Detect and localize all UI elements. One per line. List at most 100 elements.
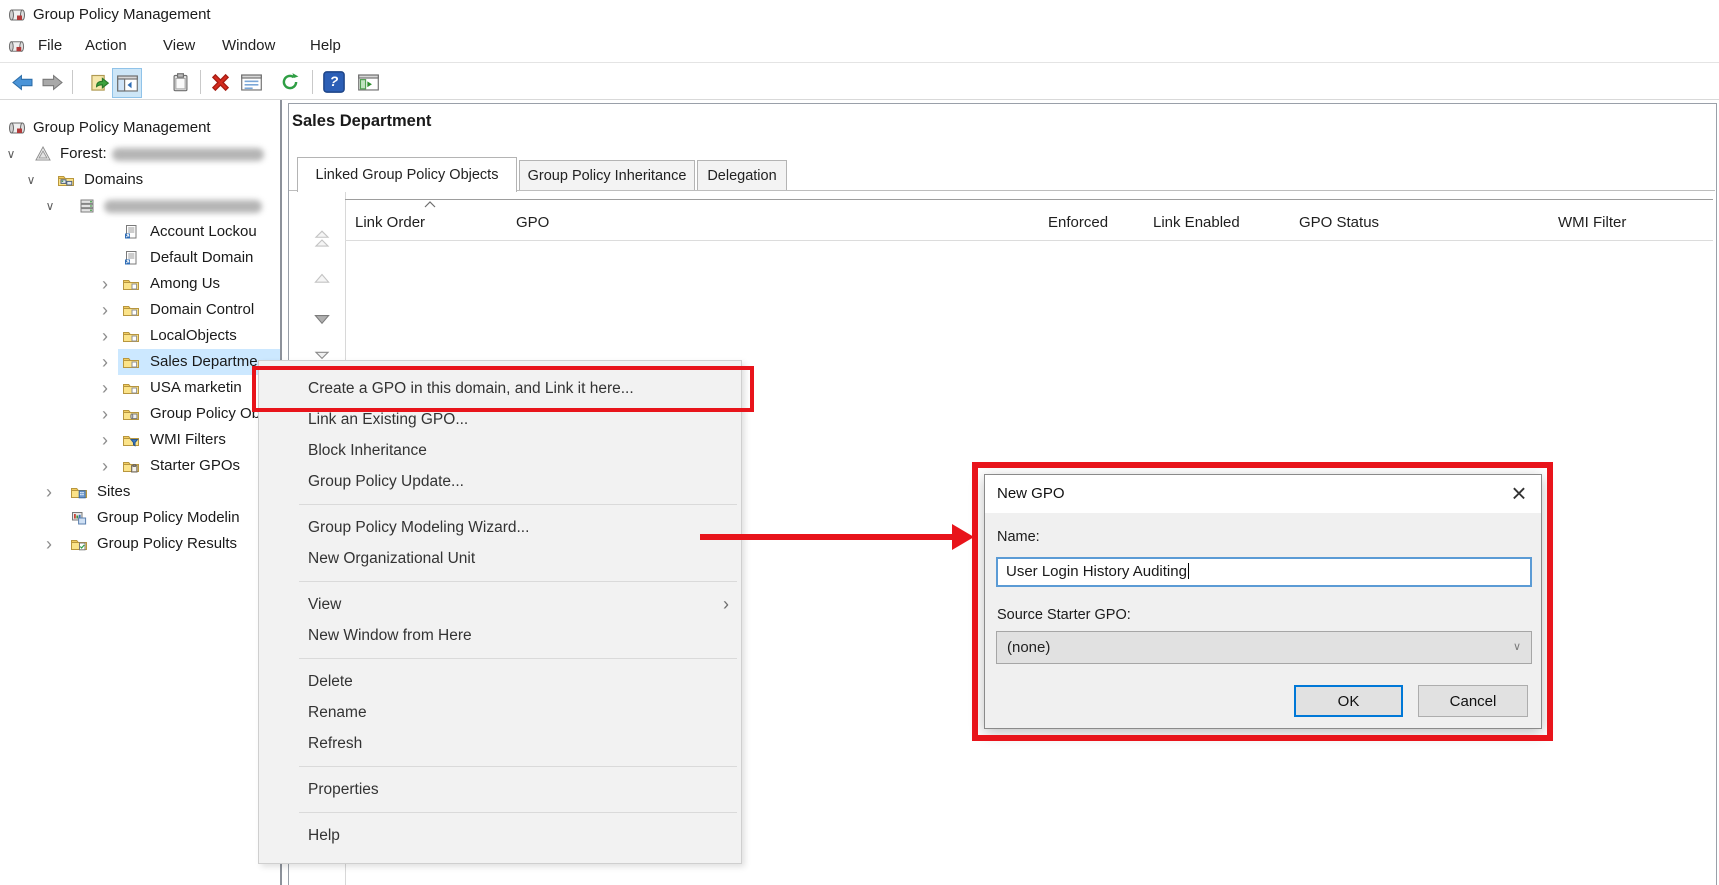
forest-icon xyxy=(34,145,52,163)
expand-chevron-icon[interactable] xyxy=(98,401,112,427)
up-one-level-icon[interactable] xyxy=(85,68,113,96)
tree-item-group-policy-results[interactable]: Group Policy Results xyxy=(0,531,280,557)
menu-file[interactable]: File xyxy=(34,30,66,62)
app-scroll-icon-small xyxy=(8,38,25,55)
tree-item-usa-marketing[interactable]: USA marketin xyxy=(0,375,280,401)
tree-item-domains[interactable]: Domains xyxy=(0,167,280,193)
expand-chevron-icon[interactable] xyxy=(98,323,112,349)
collapse-chevron-icon[interactable] xyxy=(4,141,18,167)
tree-item-domain[interactable] xyxy=(0,193,280,219)
expand-chevron-icon[interactable] xyxy=(98,349,112,375)
forward-icon[interactable] xyxy=(38,68,66,96)
submenu-arrow-icon xyxy=(723,589,729,620)
menu-item-refresh[interactable]: Refresh xyxy=(259,728,741,759)
tree-item-group-policy-modeling[interactable]: Group Policy Modelin xyxy=(0,505,280,531)
tree-item-domain-controllers[interactable]: Domain Control xyxy=(0,297,280,323)
collapse-chevron-icon[interactable] xyxy=(24,167,38,193)
menu-separator xyxy=(259,805,741,820)
menu-window[interactable]: Window xyxy=(218,30,279,62)
expand-chevron-icon[interactable] xyxy=(98,453,112,479)
ou-folder-icon xyxy=(122,327,140,345)
ou-folder-icon xyxy=(122,275,140,293)
tree-item-sites[interactable]: Sites xyxy=(0,479,280,505)
annotation-arrow-head xyxy=(952,524,974,550)
menu-view[interactable]: View xyxy=(159,30,199,62)
tab-group-policy-inheritance[interactable]: Group Policy Inheritance xyxy=(519,160,695,191)
gpo-link-icon xyxy=(122,249,140,267)
menu-help[interactable]: Help xyxy=(306,30,345,62)
starter-gpo-folder-icon xyxy=(122,457,140,475)
toolbar-separator xyxy=(72,70,73,94)
tree-item-default-domain-gpo[interactable]: Default Domain xyxy=(0,245,280,271)
help-icon[interactable] xyxy=(320,68,348,96)
tree-item-sales-department[interactable]: Sales Departme xyxy=(0,349,280,375)
menu-item-help[interactable]: Help xyxy=(259,820,741,851)
move-up-icon[interactable] xyxy=(306,264,338,296)
gpmc-scroll-icon xyxy=(8,119,26,137)
collapse-chevron-icon[interactable] xyxy=(43,193,57,219)
back-icon[interactable] xyxy=(9,68,37,96)
expand-chevron-icon[interactable] xyxy=(98,375,112,401)
delete-icon[interactable] xyxy=(206,68,234,96)
menu-item-group-policy-update[interactable]: Group Policy Update... xyxy=(259,466,741,497)
tab-delegation[interactable]: Delegation xyxy=(697,160,787,191)
menu-item-modeling-wizard[interactable]: Group Policy Modeling Wizard... xyxy=(259,512,741,543)
show-console-tree-icon[interactable] xyxy=(112,68,142,98)
clipboard-icon[interactable] xyxy=(166,68,194,96)
annotation-arrow-shaft xyxy=(700,534,954,540)
menu-item-new-organizational-unit[interactable]: New Organizational Unit xyxy=(259,543,741,574)
properties-icon[interactable] xyxy=(237,68,265,96)
gpo-folder-icon xyxy=(122,405,140,423)
toolbar-separator xyxy=(312,70,313,94)
column-header-wmi-filter[interactable]: WMI Filter xyxy=(1558,208,1626,238)
tree-item-starter-gpos[interactable]: Starter GPOs xyxy=(0,453,280,479)
tree-item-group-policy-management[interactable]: Group Policy Management xyxy=(0,115,280,141)
domains-folder-icon xyxy=(57,171,75,189)
sites-folder-icon xyxy=(70,483,88,501)
menu-item-new-window-from-here[interactable]: New Window from Here xyxy=(259,620,741,651)
column-header-gpo[interactable]: GPO xyxy=(516,208,549,238)
domain-servers-icon xyxy=(78,197,96,215)
redacted-domain-name xyxy=(104,200,262,213)
tree-item-forest[interactable]: Forest: xyxy=(0,141,280,167)
move-down-icon[interactable] xyxy=(306,304,338,336)
tree-item-group-policy-objects[interactable]: Group Policy Ob xyxy=(0,401,280,427)
move-to-top-icon[interactable] xyxy=(306,224,338,256)
gpo-link-icon xyxy=(122,223,140,241)
menu-item-view[interactable]: View xyxy=(259,589,741,620)
refresh-icon[interactable] xyxy=(276,68,304,96)
tree-item-wmi-filters[interactable]: WMI Filters xyxy=(0,427,280,453)
tree-item-localobjects[interactable]: LocalObjects xyxy=(0,323,280,349)
menu-action[interactable]: Action xyxy=(81,30,131,62)
question-glyph xyxy=(320,68,348,96)
column-header-link-order[interactable]: Link Order xyxy=(355,208,425,238)
table-top-border xyxy=(345,199,1713,200)
menu-item-block-inheritance[interactable]: Block Inheritance xyxy=(259,435,741,466)
menu-item-delete[interactable]: Delete xyxy=(259,666,741,697)
expand-chevron-icon[interactable] xyxy=(42,479,56,505)
ou-folder-icon xyxy=(122,379,140,397)
toolbar-separator xyxy=(200,70,201,94)
menu-separator xyxy=(259,497,741,512)
results-folder-icon xyxy=(70,535,88,553)
expand-chevron-icon[interactable] xyxy=(98,297,112,323)
new-window-icon[interactable] xyxy=(354,68,382,96)
window-title: Group Policy Management xyxy=(33,0,211,30)
column-header-enforced[interactable]: Enforced xyxy=(1048,208,1108,238)
tree-item-among-us[interactable]: Among Us xyxy=(0,271,280,297)
ou-folder-icon xyxy=(122,353,140,371)
expand-chevron-icon[interactable] xyxy=(42,531,56,557)
tab-linked-group-policy-objects[interactable]: Linked Group Policy Objects xyxy=(297,157,517,192)
annotation-box-create-gpo xyxy=(252,366,754,412)
menu-item-properties[interactable]: Properties xyxy=(259,774,741,805)
console-tree-panel: Group Policy Management Forest: Domains … xyxy=(0,100,282,885)
menu-item-view-label: View xyxy=(308,596,341,613)
column-header-gpo-status[interactable]: GPO Status xyxy=(1299,208,1379,238)
modeling-icon xyxy=(70,509,88,527)
expand-chevron-icon[interactable] xyxy=(98,427,112,453)
menu-item-rename[interactable]: Rename xyxy=(259,697,741,728)
expand-chevron-icon[interactable] xyxy=(98,271,112,297)
tree-item-account-lockout-gpo[interactable]: Account Lockou xyxy=(0,219,280,245)
app-scroll-icon xyxy=(8,6,26,24)
column-header-link-enabled[interactable]: Link Enabled xyxy=(1153,208,1240,238)
